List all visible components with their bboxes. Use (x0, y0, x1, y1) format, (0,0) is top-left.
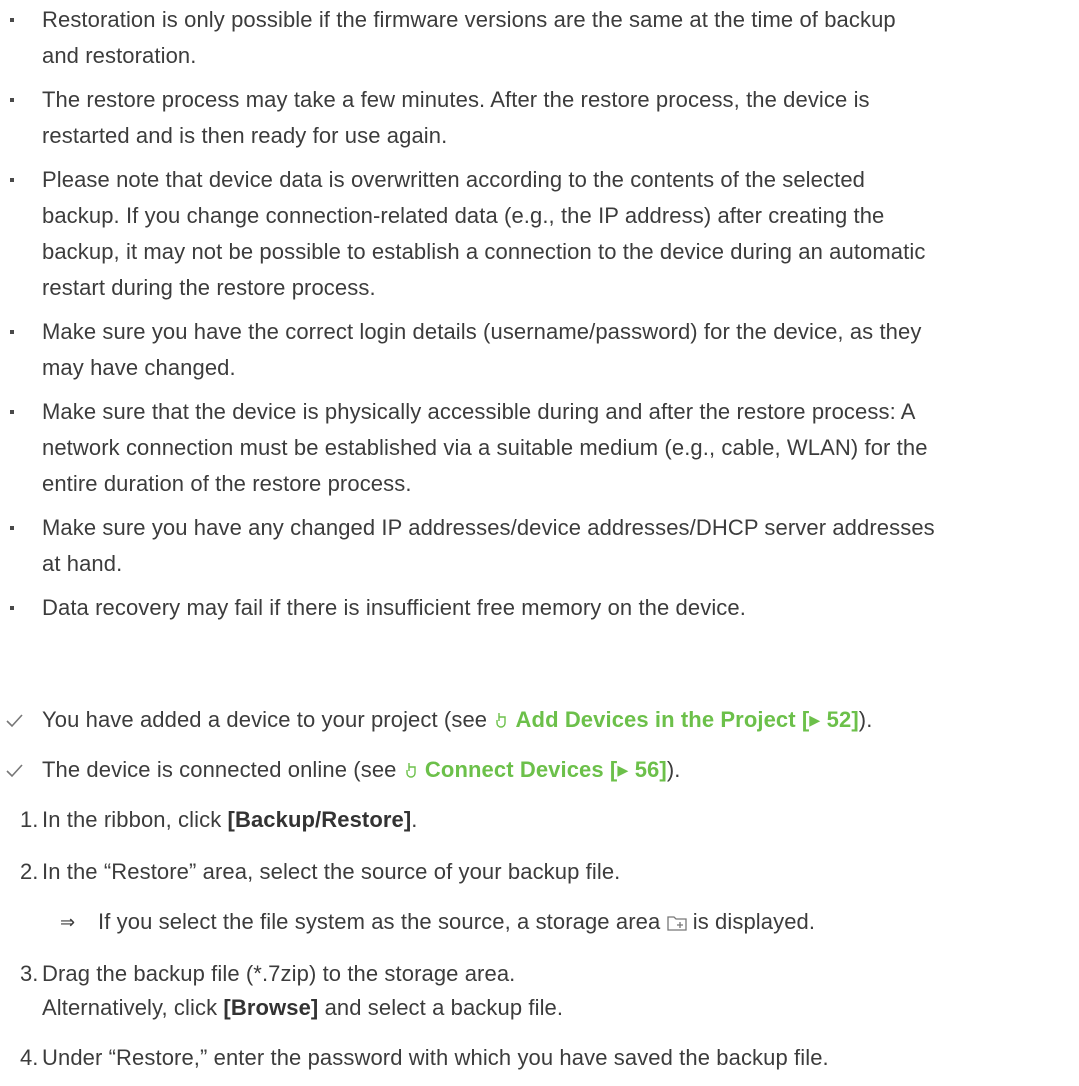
step-number: 4. (20, 1045, 39, 1070)
bullet-marker (10, 410, 14, 414)
step-number: 2. (20, 859, 39, 884)
prereq-text: The device is connected online (see (42, 757, 403, 782)
browse-button-ref: [Browse] (223, 995, 319, 1020)
connect-devices-link[interactable]: Connect Devices [▸ 56] (425, 757, 667, 782)
list-item: network connection must be established v… (42, 435, 928, 460)
step-text: Alternatively, click (42, 995, 224, 1020)
pointer-icon (496, 713, 507, 728)
bullet-marker (10, 606, 14, 610)
pointer-icon (406, 763, 416, 778)
backup-restore-button-ref: [Backup/Restore] (227, 807, 412, 832)
step-result: If you select the file system as the sou… (98, 906, 815, 938)
result-text: If you select the file system as the sou… (98, 909, 667, 934)
list-item: and restoration. (42, 43, 197, 68)
bullet-marker (10, 330, 14, 334)
list-item: Restoration is only possible if the firm… (42, 7, 896, 32)
list-item: Make sure you have any changed IP addres… (42, 515, 935, 540)
document-page: Restoration is only possible if the firm… (0, 0, 1079, 1086)
prereq-item: You have added a device to your project … (42, 704, 872, 736)
prereq-item: The device is connected online (see Conn… (42, 754, 680, 786)
prereq-text: ). (666, 757, 681, 782)
list-item: at hand. (42, 551, 123, 576)
step-text: and select a backup file. (318, 995, 564, 1020)
list-item: Make sure you have the correct login det… (42, 319, 922, 344)
prereq-text: ). (858, 707, 873, 732)
list-item: entire duration of the restore process. (42, 471, 412, 496)
step-number: 1. (20, 807, 39, 832)
list-item: may have changed. (42, 355, 236, 380)
list-item: Please note that device data is overwrit… (42, 167, 865, 192)
list-item: The restore process may take a few minut… (42, 87, 870, 112)
arrow-right-icon: ⇒ (60, 912, 76, 932)
step-item: Under “Restore,” enter the password with… (42, 1045, 829, 1070)
result-text: is displayed. (686, 909, 816, 934)
list-item: Data recovery may fail if there is insuf… (42, 595, 746, 620)
step-number: 3. (20, 961, 39, 986)
step-item: Drag the backup file (*.7zip) to the sto… (42, 961, 516, 986)
check-icon (6, 714, 23, 728)
bullet-marker (10, 18, 14, 22)
prereq-text: You have added a device to your project … (42, 707, 494, 732)
list-item: backup, it may not be possible to establ… (42, 239, 926, 264)
step-text: In the ribbon, click (42, 807, 228, 832)
check-icon (6, 764, 23, 778)
list-item: restarted and is then ready for use agai… (42, 123, 448, 148)
bullet-marker (10, 98, 14, 102)
list-item: backup. If you change connection-related… (42, 203, 885, 228)
step-item: Alternatively, click [Browse] and select… (42, 992, 563, 1024)
step-text: . (411, 807, 418, 832)
add-devices-link[interactable]: Add Devices in the Project [▸ 52] (516, 707, 859, 732)
bullet-marker (10, 526, 14, 530)
folder-add-icon (666, 916, 687, 931)
step-item: In the “Restore” area, select the source… (42, 859, 621, 884)
list-item: Make sure that the device is physically … (42, 399, 916, 424)
list-item: restart during the restore process. (42, 275, 376, 300)
bullet-marker (10, 178, 14, 182)
step-item: In the ribbon, click [Backup/Restore]. (42, 804, 418, 836)
